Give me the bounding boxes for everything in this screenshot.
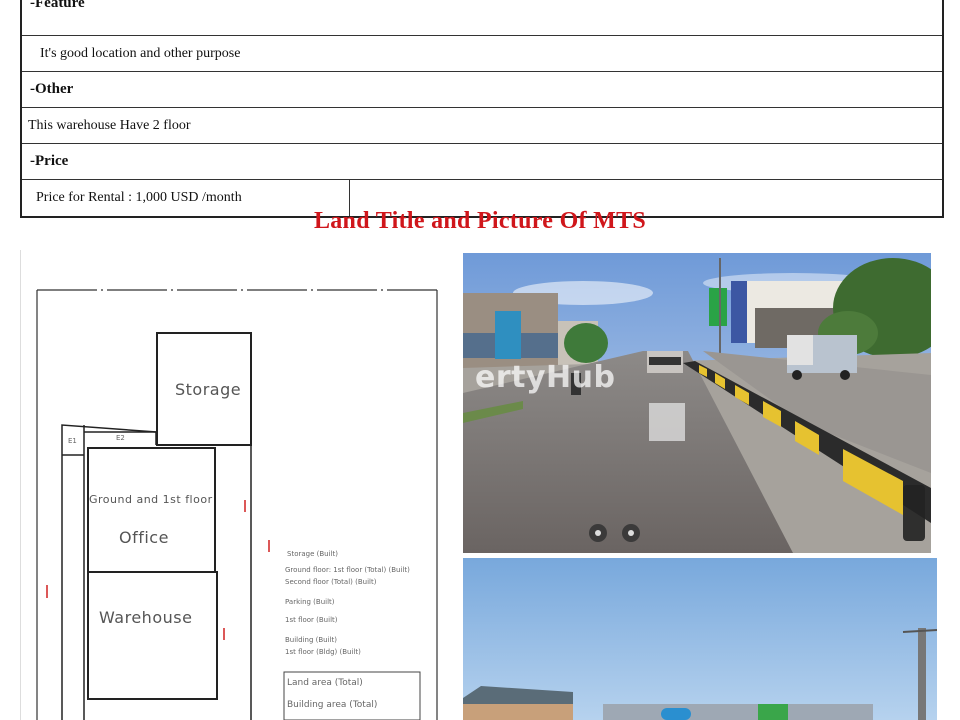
- land-title-plan: Storage Ground and 1st floor Office Ware…: [20, 250, 453, 720]
- feature-heading: -Feature: [22, 0, 942, 36]
- feature-value: It's good location and other purpose: [22, 36, 942, 72]
- warehouse-scene: [463, 558, 937, 720]
- price-heading-text: -Price: [30, 153, 69, 169]
- storage-label: Storage: [175, 380, 242, 399]
- plan-note-1: Storage (Built): [287, 550, 338, 558]
- price-heading: -Price: [22, 144, 942, 180]
- price-label-text: Price for Rental : 1,000 USD /month: [36, 190, 242, 205]
- side-mark-1: E1: [68, 437, 77, 445]
- feature-value-text: It's good location and other purpose: [40, 45, 241, 61]
- property-info-table: -Feature It's good location and other pu…: [20, 0, 944, 218]
- other-value-text: This warehouse Have 2 floor: [28, 117, 191, 133]
- street-view-photo: [463, 253, 931, 553]
- legend-building-area: Building area (Total): [287, 700, 378, 710]
- other-heading-text: -Other: [30, 81, 74, 97]
- plan-note-5: 1st floor (Built): [285, 616, 338, 624]
- watermark: ertyHub: [475, 360, 616, 395]
- plan-note-3: Second floor (Total) (Built): [285, 578, 377, 586]
- other-heading: -Other: [22, 72, 942, 108]
- plan-note-7: 1st floor (Bldg) (Built): [285, 648, 361, 656]
- warehouse-photo: [463, 558, 937, 720]
- office-heading-label: Ground and 1st floor: [89, 493, 213, 506]
- plan-note-2: Ground floor: 1st floor (Total) (Built): [285, 566, 410, 574]
- warehouse-room: [87, 571, 218, 700]
- office-label: Office: [119, 528, 169, 547]
- warehouse-label: Warehouse: [99, 608, 193, 627]
- street-scene: [463, 253, 931, 553]
- other-value: This warehouse Have 2 floor: [22, 108, 942, 144]
- plan-note-4: Parking (Built): [285, 598, 335, 606]
- legend-land-area: Land area (Total): [287, 678, 363, 688]
- plan-drawing: [36, 289, 438, 720]
- feature-heading-text: -Feature: [30, 0, 85, 11]
- office-room: [87, 447, 216, 573]
- side-mark-2: E2: [116, 434, 125, 442]
- section-title: Land Title and Picture Of MTS: [313, 208, 647, 234]
- plan-note-6: Building (Built): [285, 636, 337, 644]
